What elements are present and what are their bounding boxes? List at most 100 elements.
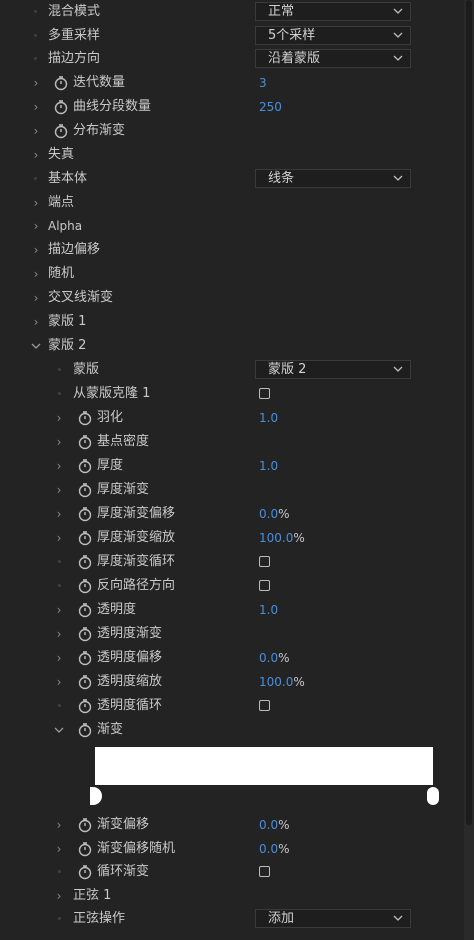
reverse-path-checkbox[interactable] [259, 580, 270, 591]
row-dot [58, 870, 61, 873]
row-dot [34, 57, 37, 60]
thickness-taper-scale-row: › 厚度渐变缩放 100.0% [0, 526, 474, 550]
stopwatch-icon[interactable] [77, 554, 93, 570]
stopwatch-icon[interactable] [77, 722, 93, 738]
stopwatch-icon[interactable] [77, 698, 93, 714]
gradient-preview[interactable] [95, 747, 433, 785]
chevron-right-icon[interactable]: › [53, 454, 65, 478]
stopwatch-icon[interactable] [77, 817, 93, 833]
sine1-row: › 正弦 1 [0, 884, 474, 908]
thickness-value[interactable]: 1.0 [259, 454, 278, 478]
mask-dropdown[interactable]: 蒙版 2 [255, 360, 411, 379]
opacity-scale-value[interactable]: 100.0% [259, 670, 305, 694]
curve-segments-value[interactable]: 250 [259, 95, 282, 119]
primitive-value: 线条 [268, 171, 295, 186]
mask2-label: 蒙版 2 [48, 338, 87, 353]
chevron-down-icon [393, 8, 403, 14]
chevron-right-icon[interactable]: › [53, 813, 65, 837]
clone-from-mask-checkbox[interactable] [259, 388, 270, 399]
stroke-direction-row: 描边方向 沿着蒙版 [0, 47, 474, 71]
opacity-row: › 透明度 1.0 [0, 598, 474, 622]
reverse-path-label: 反向路径方向 [97, 578, 176, 593]
row-dot [34, 10, 37, 13]
crosshatch-taper-label: 交叉线渐变 [48, 290, 114, 305]
sine-op-row: 正弦操作 添加 [0, 907, 474, 931]
stopwatch-icon[interactable] [77, 864, 93, 880]
iterations-value[interactable]: 3 [259, 71, 267, 95]
gradient-offset-random-value[interactable]: 0.0% [259, 837, 290, 861]
stopwatch-icon[interactable] [53, 99, 69, 115]
stopwatch-icon[interactable] [77, 602, 93, 618]
gradient-stop-right[interactable] [427, 787, 439, 805]
blend-mode-dropdown[interactable]: 正常 [255, 2, 411, 21]
stopwatch-icon[interactable] [77, 530, 93, 546]
opacity-value[interactable]: 1.0 [259, 598, 278, 622]
chevron-right-icon[interactable]: › [30, 262, 42, 286]
chevron-right-icon[interactable]: › [53, 478, 65, 502]
mask-row: 蒙版 蒙版 2 [0, 358, 474, 382]
stopwatch-icon[interactable] [53, 123, 69, 139]
stopwatch-icon[interactable] [77, 578, 93, 594]
sine-op-dropdown[interactable]: 添加 [255, 909, 411, 928]
stopwatch-icon[interactable] [77, 410, 93, 426]
chevron-right-icon[interactable]: › [53, 598, 65, 622]
clone-from-mask-row: 从蒙版克隆 1 [0, 382, 474, 406]
chevron-right-icon[interactable]: › [30, 238, 42, 262]
chevron-right-icon[interactable]: › [53, 430, 65, 454]
chevron-right-icon[interactable]: › [30, 310, 42, 334]
thickness-taper-offset-value[interactable]: 0.0% [259, 502, 290, 526]
thickness-taper-scale-value[interactable]: 100.0% [259, 526, 305, 550]
chevron-right-icon[interactable]: › [30, 143, 42, 167]
value-unit: % [293, 531, 305, 545]
thickness-row: › 厚度 1.0 [0, 454, 474, 478]
stopwatch-icon[interactable] [77, 434, 93, 450]
chevron-right-icon[interactable]: › [30, 214, 42, 238]
stopwatch-icon[interactable] [77, 506, 93, 522]
stopwatch-icon[interactable] [77, 482, 93, 498]
chevron-right-icon[interactable]: › [53, 622, 65, 646]
chevron-right-icon[interactable]: › [30, 95, 42, 119]
primitive-dropdown[interactable]: 线条 [255, 169, 411, 188]
row-dot [58, 368, 61, 371]
gradient-offset-value[interactable]: 0.0% [259, 813, 290, 837]
multisample-dropdown[interactable]: 5个采样 [255, 26, 411, 45]
chevron-right-icon[interactable]: › [53, 502, 65, 526]
scrollbar-thumb[interactable] [466, 0, 472, 825]
chevron-right-icon[interactable]: › [53, 670, 65, 694]
chevron-right-icon[interactable]: › [53, 884, 65, 908]
chevron-right-icon[interactable]: › [53, 646, 65, 670]
thickness-taper-loop-checkbox[interactable] [259, 556, 270, 567]
loop-gradient-checkbox[interactable] [259, 866, 270, 877]
chevron-right-icon[interactable]: › [30, 191, 42, 215]
chevron-right-icon[interactable]: › [30, 119, 42, 143]
feather-row: › 羽化 1.0 [0, 406, 474, 430]
chevron-right-icon[interactable]: › [30, 71, 42, 95]
row-dot [34, 34, 37, 37]
opacity-offset-value[interactable]: 0.0% [259, 646, 290, 670]
stopwatch-icon[interactable] [77, 841, 93, 857]
stopwatch-icon[interactable] [77, 626, 93, 642]
stopwatch-icon[interactable] [77, 674, 93, 690]
endpoints-row: › 端点 [0, 191, 474, 215]
sine1-label: 正弦 1 [73, 888, 112, 903]
opacity-loop-checkbox[interactable] [259, 700, 270, 711]
chevron-down-icon[interactable] [30, 340, 42, 352]
feather-label: 羽化 [97, 410, 124, 425]
feather-value[interactable]: 1.0 [259, 406, 278, 430]
thickness-taper-offset-label: 厚度渐变偏移 [97, 506, 176, 521]
value-unit: % [278, 818, 290, 832]
stroke-direction-dropdown[interactable]: 沿着蒙版 [255, 49, 411, 68]
gradient-stop-left[interactable] [90, 787, 102, 805]
chevron-down-icon[interactable] [53, 724, 65, 736]
gradient-offset-row: › 渐变偏移 0.0% [0, 813, 474, 837]
chevron-right-icon[interactable]: › [53, 526, 65, 550]
stopwatch-icon[interactable] [77, 458, 93, 474]
stopwatch-icon[interactable] [77, 650, 93, 666]
distortion-label: 失真 [48, 147, 75, 162]
chevron-right-icon[interactable]: › [53, 837, 65, 861]
chevron-right-icon[interactable]: › [30, 286, 42, 310]
stopwatch-icon[interactable] [53, 75, 69, 91]
loop-gradient-row: 循环渐变 [0, 860, 474, 884]
row-dot [58, 917, 61, 920]
chevron-right-icon[interactable]: › [53, 406, 65, 430]
